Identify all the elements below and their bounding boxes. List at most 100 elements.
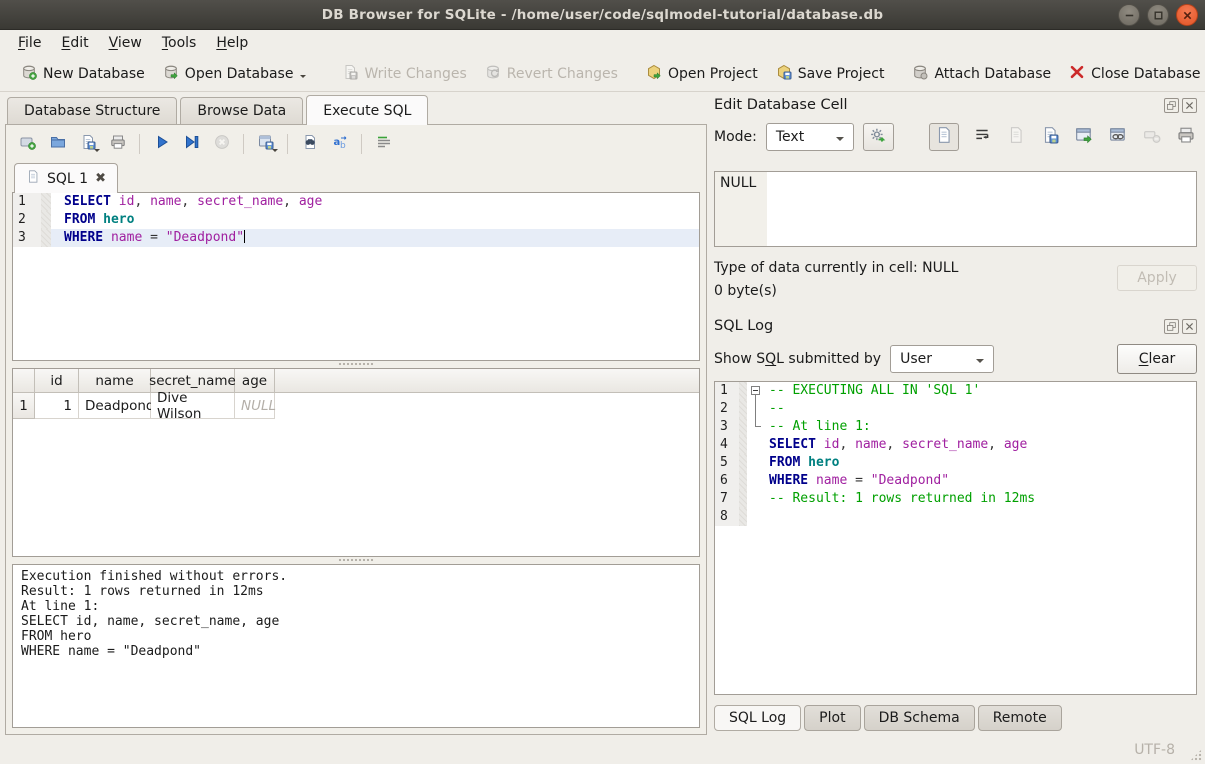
new-sql-tab-button[interactable] — [14, 132, 41, 157]
line-number: 5 — [715, 454, 739, 472]
open-sql-file-button[interactable] — [44, 132, 71, 157]
code-token: secret_name — [197, 194, 283, 209]
code-token: id — [119, 194, 135, 209]
sql-log-view[interactable]: 1-- EXECUTING ALL IN 'SQL 1'2--3-- At li… — [714, 381, 1197, 695]
menu-edit[interactable]: Edit — [51, 32, 98, 54]
attach-database-button[interactable]: Attach Database — [903, 60, 1060, 88]
sql-editor[interactable]: 1SELECT id, name, secret_name, age2FROM … — [12, 192, 700, 361]
edit-cell-title: Edit Database Cell — [714, 97, 848, 113]
sql-toolbar: ab — [12, 131, 700, 161]
tab-browse-data[interactable]: Browse Data — [180, 97, 303, 124]
tab-database-structure[interactable]: Database Structure — [7, 97, 177, 124]
fold-marker[interactable] — [747, 382, 765, 400]
format-sql-button[interactable]: ab — [326, 132, 353, 157]
code-token: name — [855, 437, 886, 452]
filter-label: Show SQL submitted by — [714, 351, 881, 367]
save-results-button[interactable] — [252, 132, 279, 157]
open-project-button[interactable]: Open Project — [637, 60, 767, 88]
close-database-button[interactable]: Close Database — [1060, 60, 1205, 88]
print-sql-button[interactable] — [104, 132, 131, 157]
column-header-age[interactable]: age — [235, 369, 275, 393]
table-cell[interactable]: 1 — [35, 393, 79, 419]
word-wrap-button[interactable] — [971, 125, 993, 149]
table-cell[interactable]: Deadpond — [79, 393, 151, 419]
save-sql-file-button[interactable] — [74, 132, 101, 157]
line-number: 2 — [13, 211, 41, 229]
text-mode-button[interactable] — [929, 123, 959, 151]
column-header-name[interactable]: name — [79, 369, 151, 393]
menu-file[interactable]: File — [8, 32, 51, 54]
splitter-results-status[interactable] — [12, 557, 700, 564]
close-dock-icon[interactable] — [1182, 98, 1197, 113]
close-dock-icon[interactable] — [1182, 319, 1197, 334]
save-project-button[interactable]: Save Project — [767, 60, 894, 88]
export-data-button[interactable] — [1039, 125, 1061, 149]
set-null-icon — [1143, 126, 1161, 148]
tab-execute-sql[interactable]: Execute SQL — [306, 95, 428, 125]
cell-edit-area[interactable] — [767, 172, 1196, 246]
menu-tools[interactable]: Tools — [152, 32, 207, 54]
row-header[interactable]: 1 — [13, 393, 35, 419]
print-cell-button[interactable] — [1175, 125, 1197, 149]
column-header-id[interactable]: id — [35, 369, 79, 393]
chevron-down-icon[interactable] — [272, 149, 278, 155]
copy-link-button[interactable] — [1107, 125, 1129, 149]
code-token: age — [299, 194, 322, 209]
open-project-icon — [646, 64, 662, 84]
print-cell-icon — [1177, 126, 1195, 148]
execute-all-button[interactable] — [148, 132, 175, 157]
toolbar-separator — [287, 134, 288, 154]
table-cell[interactable]: Dive Wilson — [151, 393, 235, 419]
resize-grip-icon[interactable] — [1190, 749, 1202, 761]
toggle-comment-button[interactable] — [370, 132, 397, 157]
code-token: , — [283, 194, 299, 209]
code-token: , — [134, 194, 150, 209]
float-dock-icon[interactable] — [1164, 319, 1179, 334]
dock-tab-db-schema[interactable]: DB Schema — [864, 705, 975, 731]
execute-all-icon — [154, 134, 170, 154]
line-number: 6 — [715, 472, 739, 490]
menu-help[interactable]: Help — [206, 32, 258, 54]
code-line: 1-- EXECUTING ALL IN 'SQL 1' — [715, 382, 1196, 400]
mode-select[interactable]: Text — [766, 123, 854, 151]
results-table[interactable]: idnamesecret_nameage11DeadpondDive Wilso… — [12, 368, 700, 557]
close-sql-tab-icon[interactable]: ✖ — [95, 171, 106, 186]
table-cell[interactable]: NULL — [235, 393, 275, 419]
code-token: , — [839, 437, 855, 452]
float-dock-icon[interactable] — [1164, 98, 1179, 113]
minimize-button[interactable] — [1118, 4, 1140, 26]
open-external-button[interactable] — [1073, 125, 1095, 149]
dock-tab-remote[interactable]: Remote — [978, 705, 1062, 731]
code-text — [765, 508, 1196, 526]
menu-view[interactable]: View — [99, 32, 152, 54]
code-text: -- EXECUTING ALL IN 'SQL 1' — [765, 382, 1196, 400]
sql-log-filter-row: Show SQL submitted by User Clear — [714, 337, 1197, 381]
maximize-button[interactable] — [1147, 4, 1169, 26]
collapse-icon[interactable] — [751, 386, 760, 395]
splitter-editor-results[interactable] — [12, 361, 700, 368]
apply-button[interactable]: Apply — [1117, 265, 1197, 291]
fold-margin — [41, 193, 51, 211]
apply-mode-button[interactable] — [863, 123, 894, 151]
menu-bar: FileEditViewToolsHelp — [0, 30, 1205, 56]
table-row[interactable]: 11DeadpondDive WilsonNULL — [13, 393, 699, 419]
dock-tab-plot[interactable]: Plot — [804, 705, 860, 731]
cell-value-editor[interactable]: NULL — [714, 171, 1197, 247]
code-token: , — [988, 437, 1004, 452]
open-database-button[interactable]: Open Database — [154, 60, 316, 88]
new-database-button[interactable]: New Database — [12, 60, 154, 88]
clear-log-button[interactable]: Clear — [1117, 344, 1197, 374]
chevron-down-icon[interactable] — [94, 149, 100, 155]
dock-tab-sql-log[interactable]: SQL Log — [714, 705, 801, 731]
find-replace-button[interactable] — [296, 132, 323, 157]
cell-type-info: Type of data currently in cell: NULL — [714, 257, 958, 280]
execute-current-line-button[interactable] — [178, 132, 205, 157]
code-line: 3-- At line 1: — [715, 418, 1196, 436]
code-token: -- — [769, 401, 785, 416]
sql-tab[interactable]: SQL 1 ✖ — [14, 163, 118, 193]
code-line: 7-- Result: 1 rows returned in 12ms — [715, 490, 1196, 508]
close-button[interactable] — [1176, 4, 1198, 26]
submitted-by-select[interactable]: User — [890, 345, 994, 373]
code-token: id — [824, 437, 840, 452]
chevron-down-icon[interactable] — [300, 75, 306, 81]
